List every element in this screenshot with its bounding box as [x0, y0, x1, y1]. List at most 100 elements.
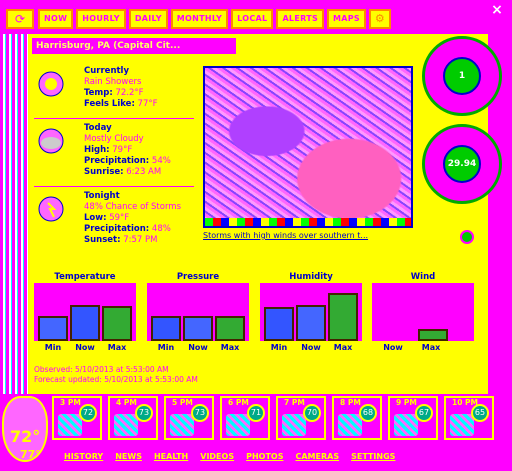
hour-temp: 73	[191, 404, 209, 422]
tonight-heading: Tonight	[84, 191, 120, 201]
weather-icon	[338, 414, 362, 436]
sunrise-value: 6:23 AM	[126, 167, 162, 177]
left-decoration	[0, 34, 28, 414]
bar-min	[264, 307, 294, 341]
link-cameras[interactable]: CAMERAS	[295, 452, 339, 461]
forecast-updated-time: Forecast updated: 5/10/2013 at 5:53:00 A…	[34, 375, 198, 384]
close-button[interactable]: ×	[488, 2, 506, 18]
mostly-cloudy-icon	[34, 127, 68, 157]
hour-temp: 70	[303, 404, 321, 422]
chart-plot	[372, 283, 474, 341]
radar-legend	[205, 218, 411, 226]
bar-now	[70, 304, 100, 341]
hour-temp: 67	[415, 404, 433, 422]
precip-value: 54%	[151, 156, 171, 166]
hour-time: 8 PM	[340, 398, 361, 407]
temp-label: Temp:	[84, 88, 113, 98]
bar-max	[215, 315, 245, 341]
sunset-value: 7:57 PM	[123, 235, 158, 245]
precip-label: Precipitation:	[84, 156, 150, 166]
wind-speed: 1	[443, 57, 481, 95]
link-videos[interactable]: VIDEOS	[200, 452, 234, 461]
hour-temp: 72	[79, 404, 97, 422]
hour-tile[interactable]: 8 PM 68	[332, 396, 382, 440]
current-heading: Currently	[84, 66, 130, 76]
location-title[interactable]: Harrisburg, PA (Capital Cit...	[32, 38, 236, 54]
weather-icon	[282, 414, 306, 436]
weather-icon	[450, 414, 474, 436]
hour-temp: 73	[135, 404, 153, 422]
link-settings[interactable]: SETTINGS	[351, 452, 395, 461]
today-condition: Mostly Cloudy	[84, 134, 144, 144]
hour-time: 9 PM	[396, 398, 417, 407]
pressure-gauge[interactable]: 29.94	[422, 124, 502, 204]
hourly-strip: 3 PM 72 4 PM 73 5 PM 73 6 PM 71 7 PM 70 8 PM 6…	[52, 396, 494, 440]
tab-monthly[interactable]: MONTHLY	[170, 9, 229, 29]
hour-temp: 65	[471, 404, 489, 422]
chart-label: Temperature	[54, 272, 116, 282]
bar-max	[102, 306, 132, 341]
tab-alerts[interactable]: ALERTS	[276, 9, 325, 29]
hour-tile[interactable]: 10 PM 65	[444, 396, 494, 440]
wind-gauge[interactable]: 1	[422, 36, 502, 116]
chart-plot	[147, 283, 249, 341]
weather-icon	[170, 414, 194, 436]
tab-local[interactable]: LOCAL	[231, 9, 274, 29]
link-photos[interactable]: PHOTOS	[246, 452, 283, 461]
bar-min	[151, 315, 181, 341]
rain-showers-icon	[34, 70, 68, 100]
divider	[34, 118, 194, 119]
bar-now	[296, 304, 326, 341]
chart-label: Wind	[410, 272, 436, 282]
gear-icon[interactable]: ⚙	[369, 9, 391, 29]
cap-now: Now	[383, 343, 403, 352]
bottom-bar: 72° 77° 3 PM 72 4 PM 73 5 PM 73 6 PM 71 7 PM…	[0, 394, 512, 471]
current-temp: 72°	[10, 427, 41, 446]
weather-icon	[226, 414, 250, 436]
title-bar: × ⟳ NOW HOURLY DAILY MONTHLY LOCAL ALERT…	[0, 0, 512, 34]
feels-like-temp: 77°	[20, 448, 41, 461]
mini-charts: Temperature Min Now Max Pressure Min Now…	[34, 271, 474, 353]
hour-tile[interactable]: 5 PM 73	[164, 396, 214, 440]
hour-tile[interactable]: 9 PM 67	[388, 396, 438, 440]
link-news[interactable]: NEWS	[115, 452, 142, 461]
chart-label: Humidity	[289, 272, 333, 282]
pressure-value: 29.94	[443, 145, 481, 183]
cap-max: Max	[220, 343, 240, 352]
link-history[interactable]: HISTORY	[64, 452, 103, 461]
main-tabs: NOW HOURLY DAILY MONTHLY LOCAL ALERTS MA…	[38, 9, 391, 31]
link-health[interactable]: HEALTH	[154, 452, 188, 461]
cap-max: Max	[421, 343, 441, 352]
sunset-label: Sunset:	[84, 235, 121, 245]
tab-hourly[interactable]: HOURLY	[76, 9, 126, 29]
bar-now	[183, 315, 213, 341]
hour-time: 3 PM	[60, 398, 81, 407]
hour-time: 7 PM	[284, 398, 305, 407]
feels-value: 77°F	[137, 99, 158, 109]
hour-tile[interactable]: 6 PM 71	[220, 396, 270, 440]
cap-now: Now	[188, 343, 208, 352]
tab-maps[interactable]: MAPS	[327, 9, 366, 29]
radar-caption-link[interactable]: Storms with high winds over southern t..…	[203, 231, 413, 240]
low-value: 59°F	[109, 213, 130, 223]
pressure-chart: Pressure Min Now Max	[147, 271, 249, 352]
refresh-icon[interactable]: ⟳	[6, 9, 34, 29]
weather-icon	[58, 414, 82, 436]
temperature-chart: Temperature Min Now Max	[34, 271, 136, 352]
tab-now[interactable]: NOW	[38, 9, 74, 29]
cap-min: Min	[270, 343, 288, 352]
hour-tile[interactable]: 7 PM 70	[276, 396, 326, 440]
storms-icon	[34, 195, 68, 225]
hour-time: 6 PM	[228, 398, 249, 407]
radar-map[interactable]	[203, 66, 413, 228]
high-label: High:	[84, 145, 110, 155]
weather-icon	[114, 414, 138, 436]
wind-chart: Wind Now Max	[372, 271, 474, 352]
cap-now: Now	[75, 343, 95, 352]
tab-daily[interactable]: DAILY	[128, 9, 168, 29]
hour-tile[interactable]: 3 PM 72	[52, 396, 102, 440]
cap-min: Min	[44, 343, 62, 352]
hour-tile[interactable]: 4 PM 73	[108, 396, 158, 440]
bar-min	[38, 315, 68, 341]
current-condition: Rain Showers	[84, 77, 142, 87]
